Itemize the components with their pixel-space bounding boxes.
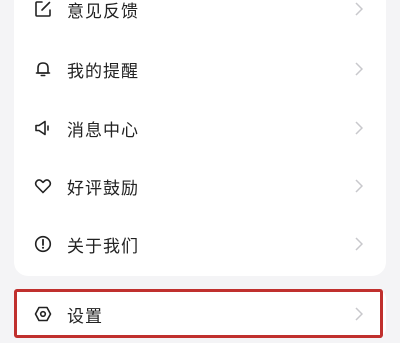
chevron-right-icon (354, 61, 364, 77)
speaker-icon (33, 118, 53, 138)
menu-item-feedback[interactable]: 意见反馈 (14, 0, 386, 35)
edit-note-icon (33, 0, 53, 19)
menu-item-label: 关于我们 (67, 236, 139, 257)
chevron-right-icon (354, 178, 364, 194)
menu-item-message-center[interactable]: 消息中心 (14, 102, 386, 154)
gear-icon (33, 304, 53, 324)
chevron-right-icon (354, 306, 364, 322)
chevron-right-icon (354, 120, 364, 136)
menu-item-label: 好评鼓励 (67, 178, 139, 199)
menu-item-reminders[interactable]: 我的提醒 (14, 43, 386, 95)
chevron-right-icon (354, 236, 364, 252)
settings-label: 设置 (67, 306, 103, 327)
heart-icon (33, 176, 53, 196)
menu-item-label: 消息中心 (67, 120, 139, 141)
menu-item-rate-us[interactable]: 好评鼓励 (14, 160, 386, 212)
info-icon (33, 234, 53, 254)
menu-item-about-us[interactable]: 关于我们 (14, 218, 386, 270)
menu-item-label: 意见反馈 (67, 1, 139, 22)
settings-button[interactable]: 设置 (14, 288, 386, 340)
chevron-right-icon (354, 1, 364, 17)
menu-item-label: 我的提醒 (67, 61, 139, 82)
bell-icon (33, 59, 53, 79)
